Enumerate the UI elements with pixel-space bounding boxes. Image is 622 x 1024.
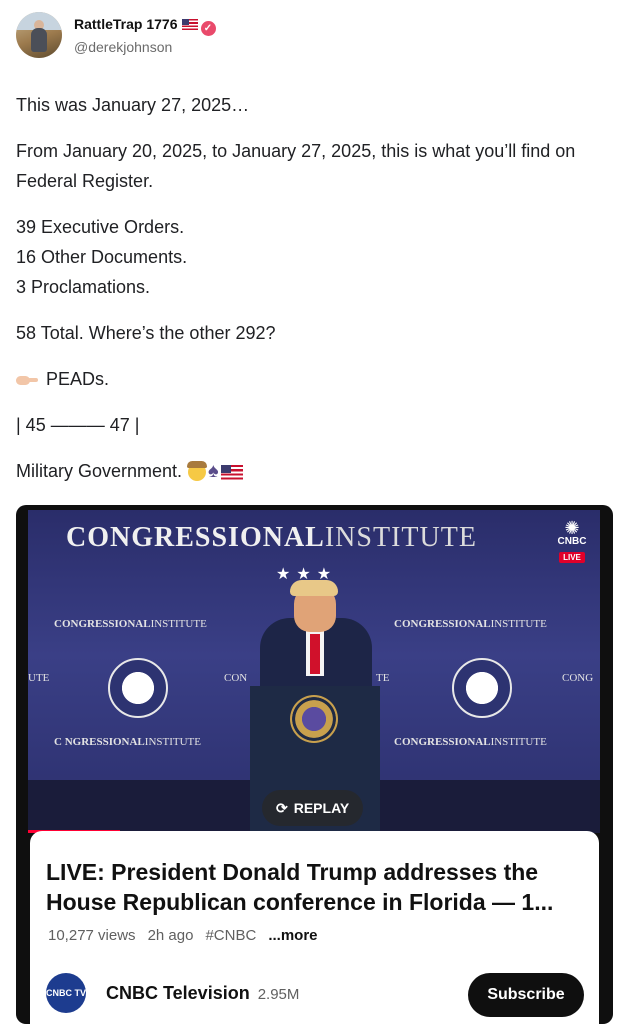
spade-icon: ♠ bbox=[208, 460, 219, 482]
backdrop-text: CONGRESSIONALINSTITUTE bbox=[394, 618, 547, 630]
view-count: 10,277 views bbox=[48, 927, 136, 944]
backdrop-text: UTE bbox=[28, 672, 50, 684]
presidential-seal-icon bbox=[290, 695, 338, 743]
verified-badge-icon: ✓ bbox=[200, 21, 216, 36]
replay-label: REPLAY bbox=[293, 800, 350, 816]
backdrop-light: INSTITUTE bbox=[490, 736, 547, 748]
post-line: 58 Total. Where’s the other 292? bbox=[16, 323, 276, 343]
banner-light: INSTITUTE bbox=[324, 522, 477, 553]
channel-name-text[interactable]: CNBC Television bbox=[106, 983, 250, 1003]
author-name[interactable]: RattleTrap 1776 ✓ bbox=[74, 16, 216, 36]
post-line: | 45 ——— 47 | bbox=[16, 415, 140, 435]
backdrop-bold: C NGRESSIONAL bbox=[54, 736, 145, 748]
post-header: RattleTrap 1776 ✓ @derekjohnson bbox=[16, 12, 606, 60]
hashtag-link[interactable]: #CNBC bbox=[205, 927, 256, 944]
post-line: 39 Executive Orders. bbox=[16, 217, 185, 237]
post-body: This was January 27, 2025… From January … bbox=[16, 90, 606, 486]
backdrop-text: CONGRESSIONALINSTITUTE bbox=[394, 736, 547, 748]
video-card[interactable]: CONGRESSIONALINSTITUTE ★★★ CONGRESSIONAL… bbox=[16, 505, 613, 1024]
replay-button[interactable]: ⟳ REPLAY bbox=[262, 790, 364, 826]
backdrop-light: INSTITUTE bbox=[144, 736, 201, 748]
backdrop-text: CONGRESSIONALINSTITUTE bbox=[54, 618, 207, 630]
live-badge: LIVE bbox=[559, 552, 585, 563]
us-flag-icon bbox=[220, 464, 243, 480]
post-line-peads: PEADs. bbox=[16, 364, 606, 394]
post-line: From January 20, 2025, to January 27, 20… bbox=[16, 141, 576, 191]
backdrop-text: CONG bbox=[562, 672, 594, 684]
post-line: This was January 27, 2025… bbox=[16, 95, 250, 115]
backdrop-bold: CONGRESSIONAL bbox=[394, 618, 491, 630]
banner-bold: CONGRESSIONAL bbox=[66, 522, 325, 553]
backdrop-bold: CONGRESSIONAL bbox=[54, 618, 151, 630]
institute-seal-icon bbox=[452, 658, 512, 718]
us-flag-icon bbox=[181, 19, 198, 30]
cnbc-live-badge: ✺ CNBC LIVE bbox=[554, 518, 590, 565]
backdrop-light: INSTITUTE bbox=[150, 618, 207, 630]
upload-age: 2h ago bbox=[147, 927, 194, 944]
institute-seal-icon bbox=[108, 658, 168, 718]
pointing-hand-icon bbox=[16, 373, 38, 387]
more-button[interactable]: ...more bbox=[268, 927, 317, 944]
backdrop-bold: CONGRESSIONAL bbox=[394, 736, 491, 748]
subscribe-button[interactable]: Subscribe bbox=[468, 973, 584, 1017]
post-line-military: Military Government. ♠ bbox=[16, 456, 606, 486]
channel-name[interactable]: CNBC Television 2.95M bbox=[106, 983, 299, 1004]
subscriber-count: 2.95M bbox=[257, 986, 300, 1003]
video-info-panel: LIVE: President Donald Trump addresses t… bbox=[30, 831, 599, 1024]
post-line: 16 Other Documents. bbox=[16, 247, 188, 267]
author-handle[interactable]: @derekjohnson bbox=[74, 39, 172, 55]
speaker-hair bbox=[290, 580, 338, 596]
backdrop-text: C NGRESSIONALINSTITUTE bbox=[54, 736, 201, 748]
backdrop-text: CON bbox=[224, 672, 248, 684]
video-player[interactable]: CONGRESSIONALINSTITUTE ★★★ CONGRESSIONAL… bbox=[28, 510, 600, 833]
peads-text: PEADs. bbox=[46, 369, 110, 389]
author-name-text[interactable]: RattleTrap 1776 bbox=[74, 16, 178, 32]
post-line: 3 Proclamations. bbox=[16, 277, 151, 297]
author-avatar[interactable] bbox=[16, 12, 62, 58]
military-text: Military Government. bbox=[16, 461, 183, 481]
backdrop-light: INSTITUTE bbox=[490, 618, 547, 630]
backdrop-text: TE bbox=[376, 672, 390, 684]
channel-avatar[interactable]: CNBC TV bbox=[46, 973, 86, 1013]
replay-icon: ⟳ bbox=[276, 800, 288, 816]
speaker-tie bbox=[310, 634, 320, 674]
peacock-icon: ✺ bbox=[564, 518, 580, 538]
cowboy-face-icon bbox=[187, 461, 208, 482]
video-title[interactable]: LIVE: President Donald Trump addresses t… bbox=[46, 857, 590, 917]
video-meta: 10,277 views 2h ago #CNBC ...more bbox=[48, 927, 330, 944]
network-name: CNBC bbox=[557, 536, 587, 547]
banner-text: CONGRESSIONALINSTITUTE bbox=[66, 522, 477, 554]
